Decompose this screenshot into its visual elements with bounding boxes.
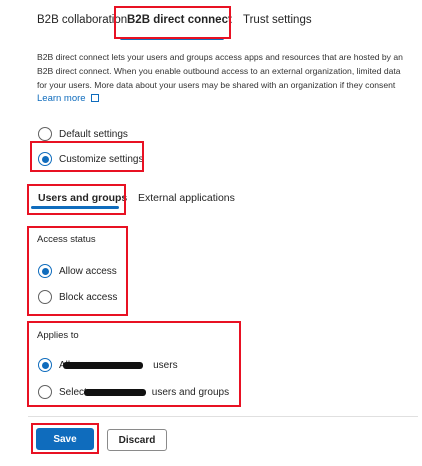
default-settings-label: Default settings (59, 128, 128, 140)
footer-divider (28, 416, 418, 417)
tab-trust-settings[interactable]: Trust settings (243, 14, 312, 26)
applies-to-label: Applies to (37, 330, 79, 341)
block-access-label: Block access (59, 291, 118, 303)
allow-access-radio[interactable] (38, 264, 52, 278)
tab-users-and-groups[interactable]: Users and groups (38, 192, 127, 204)
allow-access-label: Allow access (59, 265, 117, 277)
all-users-suffix: users (153, 359, 178, 371)
default-settings-option[interactable]: Default settings (38, 127, 128, 141)
access-status-label: Access status (37, 234, 96, 245)
allow-access-option[interactable]: Allow access (38, 264, 117, 278)
description-line-2: B2B direct connect. When you enable outb… (37, 66, 401, 76)
learn-more-link[interactable]: Learn more (37, 93, 99, 104)
select-users-prefix: Select (59, 386, 87, 398)
customize-settings-radio[interactable] (38, 152, 52, 166)
active-tab-underline (120, 37, 224, 40)
tab-external-applications[interactable]: External applications (138, 192, 235, 204)
active-subtab-underline (31, 206, 119, 209)
select-users-radio[interactable] (38, 385, 52, 399)
select-users-suffix: users and groups (151, 386, 230, 398)
learn-more-label: Learn more (37, 93, 86, 104)
redaction-mark (84, 389, 146, 396)
redaction-mark (63, 362, 143, 369)
external-link-icon (90, 94, 99, 102)
discard-button[interactable]: Discard (107, 429, 167, 451)
customize-settings-label: Customize settings (59, 153, 144, 165)
description-line-3: for your users. More data about your use… (37, 80, 396, 90)
description-line-1: B2B direct connect lets your users and g… (37, 52, 403, 62)
block-access-radio[interactable] (38, 290, 52, 304)
default-settings-radio[interactable] (38, 127, 52, 141)
tab-b2b-collaboration[interactable]: B2B collaboration (37, 14, 127, 26)
block-access-option[interactable]: Block access (38, 290, 117, 304)
tab-b2b-direct-connect[interactable]: B2B direct connect (127, 14, 232, 26)
save-button[interactable]: Save (36, 428, 94, 450)
all-users-radio[interactable] (38, 358, 52, 372)
customize-settings-option[interactable]: Customize settings (38, 152, 143, 166)
